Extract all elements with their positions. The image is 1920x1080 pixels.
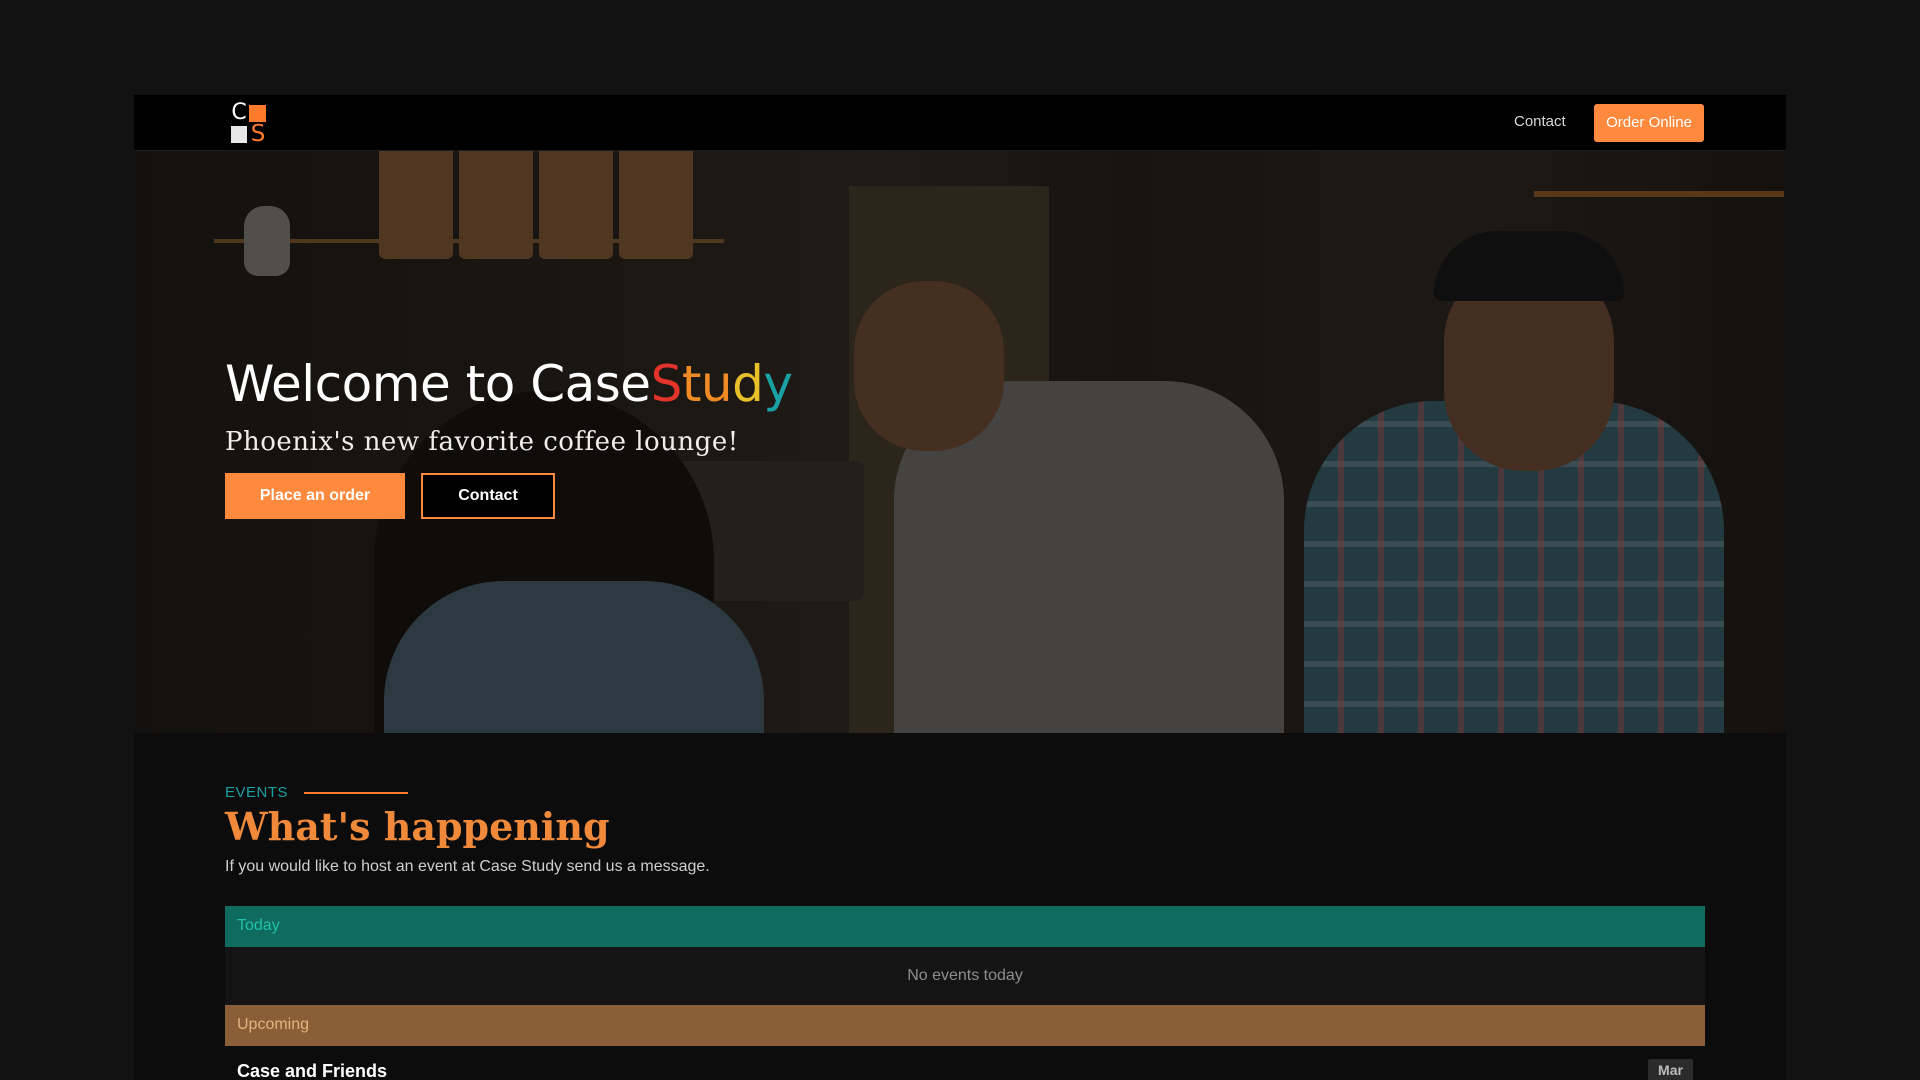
event-month-badge: Mar: [1648, 1059, 1693, 1080]
hero-contact-button[interactable]: Contact: [421, 473, 555, 519]
hero-title-letter: S: [650, 355, 683, 413]
hero-title-letter: d: [732, 355, 764, 413]
upcoming-header: Upcoming: [225, 1005, 1705, 1046]
events-tag: EVENTS: [225, 784, 289, 801]
order-online-button[interactable]: Order Online: [1594, 104, 1704, 142]
nav-contact-link[interactable]: Contact: [1514, 113, 1566, 130]
logo-orange-square: [249, 105, 266, 122]
hero-subtitle: Phoenix's new favorite coffee lounge!: [225, 427, 739, 457]
today-label: Today: [237, 917, 280, 934]
hero-title: Welcome to CaseStudy: [225, 355, 793, 413]
top-nav: C S Contact Order Online: [134, 95, 1786, 151]
upcoming-label: Upcoming: [237, 1016, 310, 1033]
events-divider: [304, 792, 408, 794]
events-heading: What's happening: [225, 804, 610, 849]
logo-letter-s: S: [250, 121, 266, 147]
hero-title-prefix: Welcome to Case: [225, 355, 651, 413]
hero-title-letter: t: [681, 355, 702, 413]
hero-title-letter: y: [763, 355, 793, 413]
case-study-logo[interactable]: C S: [230, 100, 268, 147]
logo-letter-c: C: [231, 100, 247, 125]
page-frame: C S Contact Order Online Welcome to Case…: [134, 95, 1786, 1080]
logo-white-square: [231, 126, 247, 143]
today-events: No events today: [225, 947, 1705, 1005]
events-description: If you would like to host an event at Ca…: [225, 858, 710, 875]
today-header: Today: [225, 906, 1705, 947]
hero-title-letter: u: [700, 355, 733, 413]
hero-section: Welcome to CaseStudy Phoenix's new favor…: [134, 151, 1786, 733]
no-events-message: No events today: [907, 967, 1023, 984]
place-order-button[interactable]: Place an order: [225, 473, 405, 519]
event-title[interactable]: Case and Friends: [237, 1061, 387, 1080]
